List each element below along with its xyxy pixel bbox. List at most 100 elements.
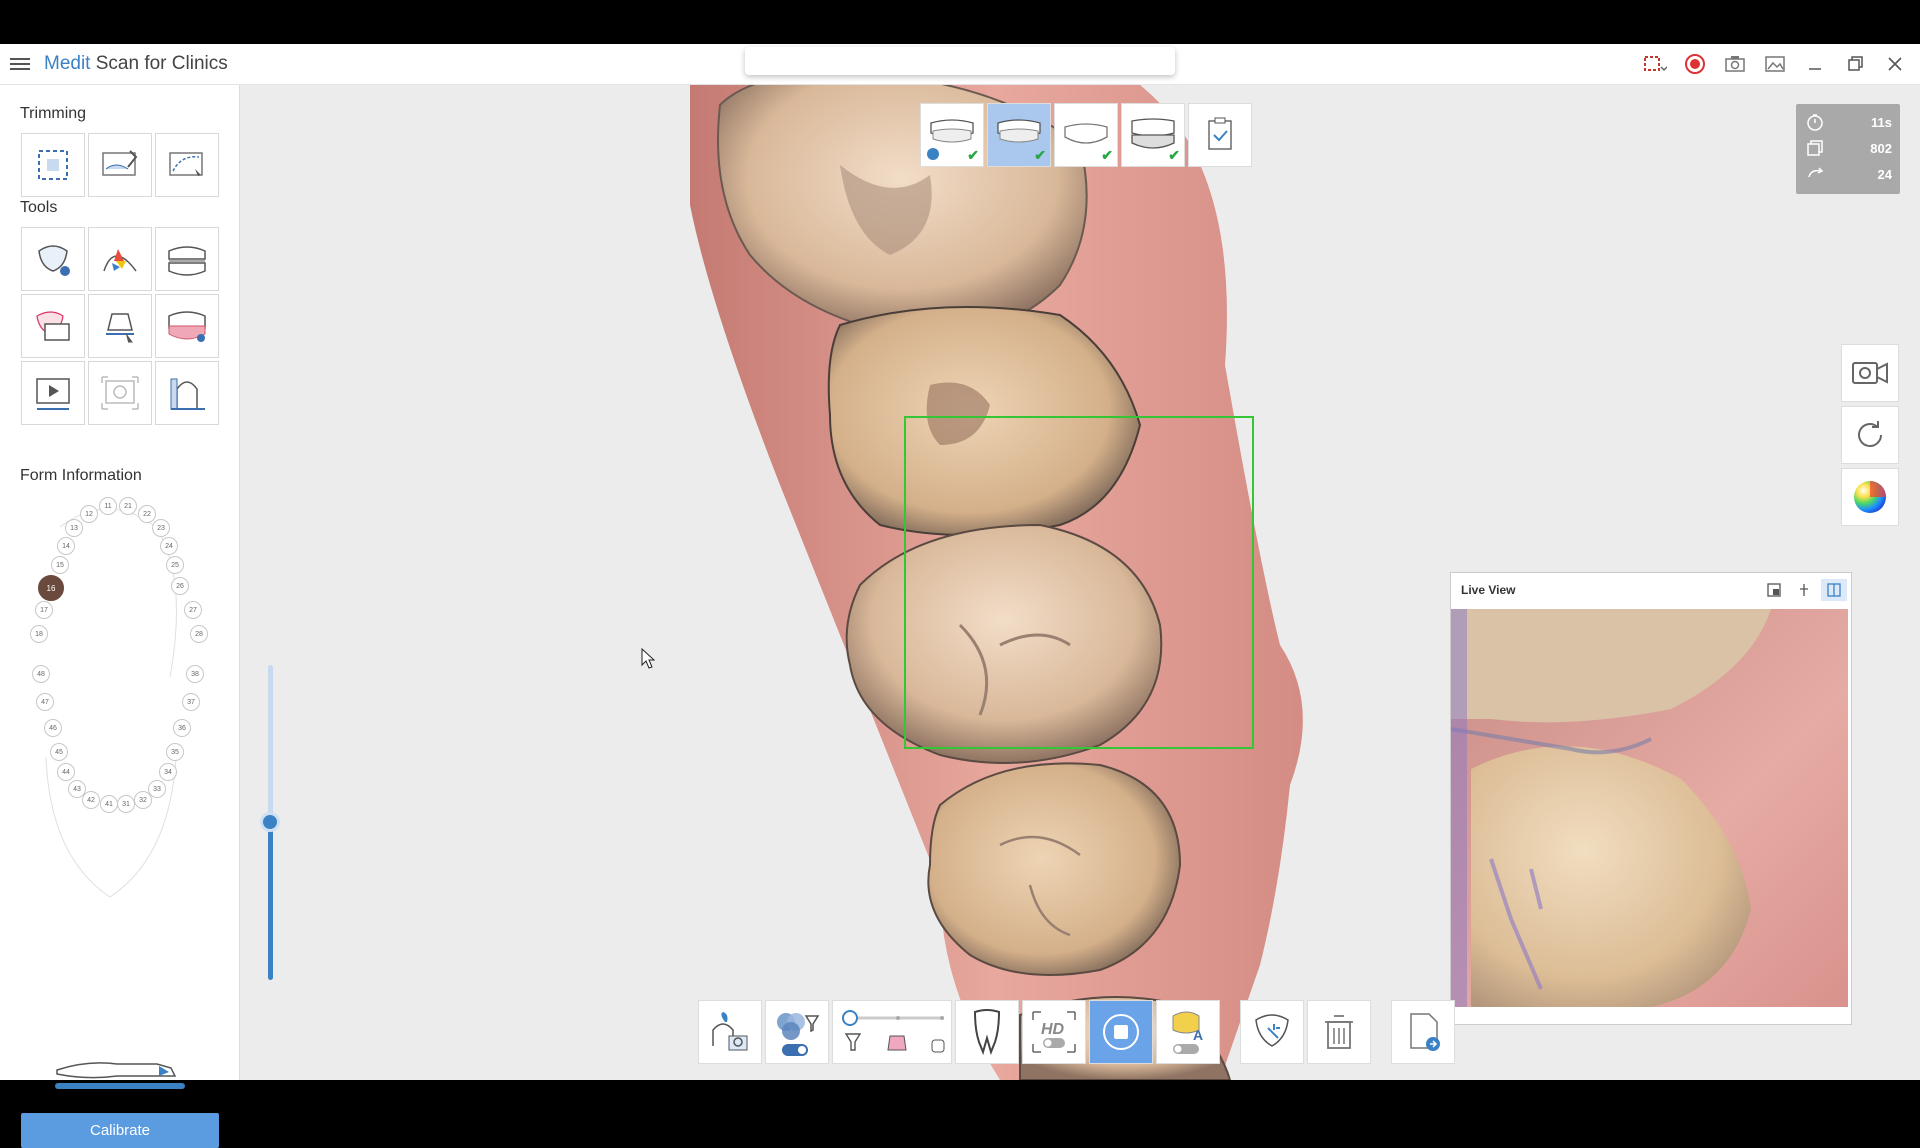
reset-view-button[interactable] (1841, 406, 1899, 464)
tooth-35[interactable]: 35 (166, 743, 184, 761)
camera-icon[interactable] (1722, 52, 1748, 76)
tooth-16[interactable]: 16 (38, 575, 64, 601)
tooth-41[interactable]: 41 (100, 795, 118, 813)
tooth-24[interactable]: 24 (160, 537, 178, 555)
stage-lower-jaw-button[interactable]: ✔ (987, 103, 1051, 167)
search-box[interactable] (745, 47, 1175, 75)
stop-scan-button[interactable] (1089, 1000, 1153, 1064)
scanner-progress-bar (55, 1083, 185, 1089)
filter-level-icon (842, 1010, 945, 1053)
export-button[interactable] (1391, 1000, 1455, 1064)
texture-map-button[interactable] (21, 294, 85, 358)
app-name: Scan for Clinics (90, 53, 228, 74)
tooth-11[interactable]: 11 (99, 497, 117, 515)
tooth-14[interactable]: 14 (57, 537, 75, 555)
tooth-32[interactable]: 32 (134, 791, 152, 809)
tooth-13[interactable]: 13 (65, 519, 83, 537)
check-icon: ✔ (967, 147, 979, 163)
tooth-25[interactable]: 25 (166, 556, 184, 574)
tooth-47[interactable]: 47 (36, 693, 54, 711)
smart-scan-button[interactable] (1240, 1000, 1304, 1064)
delete-button[interactable] (1307, 1000, 1371, 1064)
brush-select-button[interactable] (88, 133, 152, 197)
tooth-38[interactable]: 38 (186, 665, 204, 683)
picture-in-picture-icon[interactable] (1761, 579, 1787, 601)
ai-scan-toggle-button[interactable]: A (1156, 1000, 1220, 1064)
abutment-button[interactable] (88, 294, 152, 358)
tooth-12[interactable]: 12 (80, 505, 98, 523)
record-icon[interactable] (1682, 52, 1708, 76)
minimize-icon[interactable] (1802, 52, 1828, 76)
magic-tooth-icon (1255, 1014, 1289, 1047)
image-icon[interactable] (1762, 52, 1788, 76)
slider-fill (268, 825, 273, 980)
color-map-button[interactable] (1841, 468, 1899, 526)
tooth-23[interactable]: 23 (152, 519, 170, 537)
filter-level-slider[interactable] (832, 1000, 952, 1064)
tooth-31[interactable]: 31 (117, 795, 135, 813)
menu-icon[interactable] (10, 55, 30, 73)
app-title: Medit Scan for Clinics (44, 53, 228, 75)
playback-button[interactable] (21, 361, 85, 425)
clipboard-check-icon (1208, 117, 1232, 150)
pin-icon[interactable] (1791, 579, 1817, 601)
hd-mode-button[interactable]: HD (1022, 1000, 1086, 1064)
tooth-48[interactable]: 48 (32, 665, 50, 683)
tooth-26[interactable]: 26 (171, 577, 189, 595)
tooth-21[interactable]: 21 (119, 497, 137, 515)
abutment-icon (106, 313, 134, 343)
no-cut-button[interactable] (955, 1000, 1019, 1064)
slider-handle[interactable] (260, 812, 280, 832)
texture-map-icon (36, 311, 70, 341)
tooth-22[interactable]: 22 (138, 505, 156, 523)
stage-upper-jaw-button[interactable]: ✔ (920, 103, 984, 167)
tooth-27[interactable]: 27 (184, 601, 202, 619)
tooth-46[interactable]: 46 (44, 719, 62, 737)
tooth-search-button[interactable] (698, 1000, 762, 1064)
tooth-44[interactable]: 44 (57, 763, 75, 781)
gingiva-icon (168, 311, 206, 342)
tooth-18[interactable]: 18 (30, 625, 48, 643)
live-view-title: Live View (1461, 583, 1516, 597)
stage-occlusion-button[interactable]: ✔ (1121, 103, 1185, 167)
filter-toggle-button[interactable] (765, 1000, 829, 1064)
screen-capture-icon[interactable] (1642, 52, 1668, 76)
hd-mode-icon: HD (1032, 1011, 1076, 1053)
tooth-42[interactable]: 42 (82, 791, 100, 809)
lock-tooth-button[interactable] (21, 227, 85, 291)
tooth-36[interactable]: 36 (173, 719, 191, 737)
filter-toggle-icon (777, 1013, 820, 1056)
scan-depth-slider[interactable] (260, 665, 280, 980)
tooth-17[interactable]: 17 (35, 601, 53, 619)
stage-lower-arch-button[interactable]: ✔ (1054, 103, 1118, 167)
calibrate-button[interactable]: Calibrate (21, 1113, 219, 1148)
close-icon[interactable] (1882, 52, 1908, 76)
gingiva-button[interactable] (155, 294, 219, 358)
tooth-chart: 11 21 12 22 13 23 14 24 15 25 16 26 17 2… (20, 497, 220, 917)
left-sidebar: Trimming Tools Form Information 11 21 12… (0, 85, 240, 1148)
lasso-select-button[interactable] (21, 133, 85, 197)
svg-text:A: A (1193, 1027, 1203, 1043)
snapshot-icon (101, 376, 139, 410)
measure-button[interactable] (155, 361, 219, 425)
frame-count: 802 (1870, 140, 1892, 156)
occlusion-button[interactable] (155, 227, 219, 291)
tooth-34[interactable]: 34 (159, 763, 177, 781)
video-camera-button[interactable] (1841, 344, 1899, 402)
tooth-45[interactable]: 45 (50, 743, 68, 761)
tooth-37[interactable]: 37 (182, 693, 200, 711)
rotation-count: 24 (1877, 166, 1892, 182)
mouse-cursor-icon (641, 648, 656, 669)
restore-icon[interactable] (1842, 52, 1868, 76)
live-view-panel: Live View (1450, 572, 1852, 1025)
tooth-28[interactable]: 28 (190, 625, 208, 643)
margin-line-button[interactable] (88, 227, 152, 291)
split-view-icon[interactable] (1821, 579, 1847, 601)
video-camera-icon (1852, 362, 1888, 384)
snapshot-button[interactable] (88, 361, 152, 425)
stage-review-button[interactable] (1188, 103, 1252, 167)
lasso-select-icon (38, 150, 68, 180)
tooth-15[interactable]: 15 (51, 556, 69, 574)
scan-area-box (904, 416, 1254, 749)
plane-cut-button[interactable] (155, 133, 219, 197)
